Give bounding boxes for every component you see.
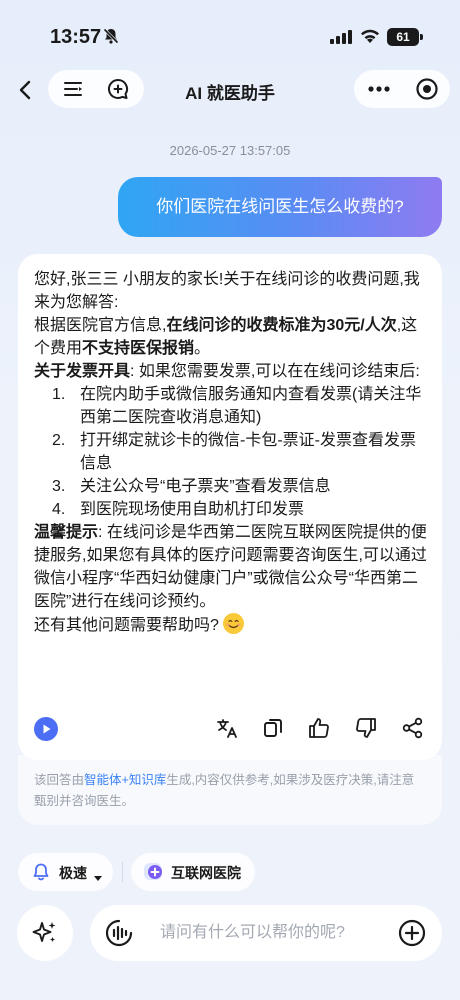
bell-icon [31,862,51,887]
list-item: 4. 到医院现场使用自助机打印发票 [34,498,428,521]
disclaimer-link[interactable]: 智能体+知识库 [84,773,166,787]
step-number: 2. [52,432,66,449]
answer-invoice: 关于发票开具: 如果您需要发票,可以在在线问诊结束后: [34,360,428,383]
speed-mode-selector[interactable]: 极速 [18,853,113,891]
sparkle-icon [32,922,56,942]
fee-prefix: 根据医院官方信息, [34,317,167,334]
invoice-steps: 1. 在院内助手或微信服务通知内查看发票(请关注华西第二医院查收消息通知) 2. 打… [34,383,428,521]
internet-hospital-label: 互联网医院 [171,865,241,881]
list-item: 3. 关注公众号“电子票夹”查看发票信息 [34,475,428,498]
closing-text: 还有其他问题需要帮助吗? [34,617,219,634]
voice-input-icon[interactable] [104,918,134,953]
tip-label: 温馨提示 [34,524,99,541]
answer-tip: 温馨提示: 在线问诊是华西第二医院互联网医院提供的便捷服务,如果您有具体的医疗问… [34,521,428,613]
disclaimer-text: 该回答由智能体+知识库生成,内容仅供参考,如果涉及医疗决策,请注意甄别并咨询医生… [34,770,426,812]
smile-emoji-icon [222,613,244,634]
battery-tip [420,34,423,40]
signal-icon [330,30,352,49]
assistant-answer-card: 您好,张三三 小朋友的家长!关于在线问诊的收费问题,我来为您解答: 根据医院官方… [18,254,442,760]
chip-divider [122,862,123,882]
share-icon[interactable] [402,717,424,744]
fee-suffix: 。 [194,340,211,357]
thumbs-up-icon[interactable] [308,717,330,744]
step-text: 打开绑定就诊卡的微信-卡包-票证-发票查看发票信息 [80,432,416,472]
message-input[interactable] [160,905,380,961]
message-input-bar [90,905,442,961]
step-number: 1. [52,386,66,403]
sparkle-button[interactable] [17,905,73,961]
disclaimer-prefix: 该回答由 [34,773,85,787]
answer-body: 您好,张三三 小朋友的家长!关于在线问诊的收费问题,我来为您解答: 根据医院官方… [34,268,428,637]
thumbs-down-icon[interactable] [355,717,377,744]
step-text: 到医院现场使用自助机打印发票 [80,501,305,518]
caret-down-icon [94,869,102,887]
bell-slash-icon [102,27,120,50]
close-miniapp-icon[interactable] [415,77,439,106]
internet-hospital-icon [143,862,165,887]
status-bar: 13:57 61 [0,0,460,72]
nav-right-actions [354,70,450,108]
step-number: 3. [52,478,66,495]
disclaimer-card: 该回答由智能体+知识库生成,内容仅供参考,如果涉及医疗决策,请注意甄别并咨询医生… [18,755,442,825]
add-icon[interactable] [398,919,426,952]
copy-icon[interactable] [262,717,284,744]
play-audio-icon[interactable] [34,717,58,741]
step-text: 在院内助手或微信服务通知内查看发票(请关注华西第二医院查收消息通知) [80,386,422,426]
speed-mode-label: 极速 [59,865,87,881]
answer-closing: 还有其他问题需要帮助吗? [34,613,428,637]
message-timestamp: 2026-05-27 13:57:05 [169,143,291,158]
translate-icon[interactable] [216,717,238,744]
top-nav: AI 就医助手 [0,70,460,110]
wifi-icon [360,28,380,49]
answer-actions [34,715,428,745]
list-item: 1. 在院内助手或微信服务通知内查看发票(请关注华西第二医院查收消息通知) [34,383,428,429]
answer-fee: 根据医院官方信息,在线问诊的收费标准为30元/人次,这个费用不支持医保报销。 [34,314,428,360]
invoice-text: : 如果您需要发票,可以在在线问诊结束后: [130,363,420,380]
internet-hospital-chip[interactable]: 互联网医院 [131,853,255,891]
insurance-highlight: 不支持医保报销 [82,340,195,357]
answer-greeting: 您好,张三三 小朋友的家长!关于在线问诊的收费问题,我来为您解答: [34,271,420,311]
list-item: 2. 打开绑定就诊卡的微信-卡包-票证-发票查看发票信息 [34,429,428,475]
fee-highlight: 在线问诊的收费标准为30元/人次 [166,317,397,334]
battery-indicator: 61 [387,28,419,46]
more-icon[interactable] [366,78,392,105]
user-message-bubble: 你们医院在线问医生怎么收费的? [118,177,442,237]
step-number: 4. [52,501,66,518]
status-time: 13:57 [50,26,102,48]
invoice-label: 关于发票开具 [34,363,131,380]
step-text: 关注公众号“电子票夹”查看发票信息 [80,478,331,495]
